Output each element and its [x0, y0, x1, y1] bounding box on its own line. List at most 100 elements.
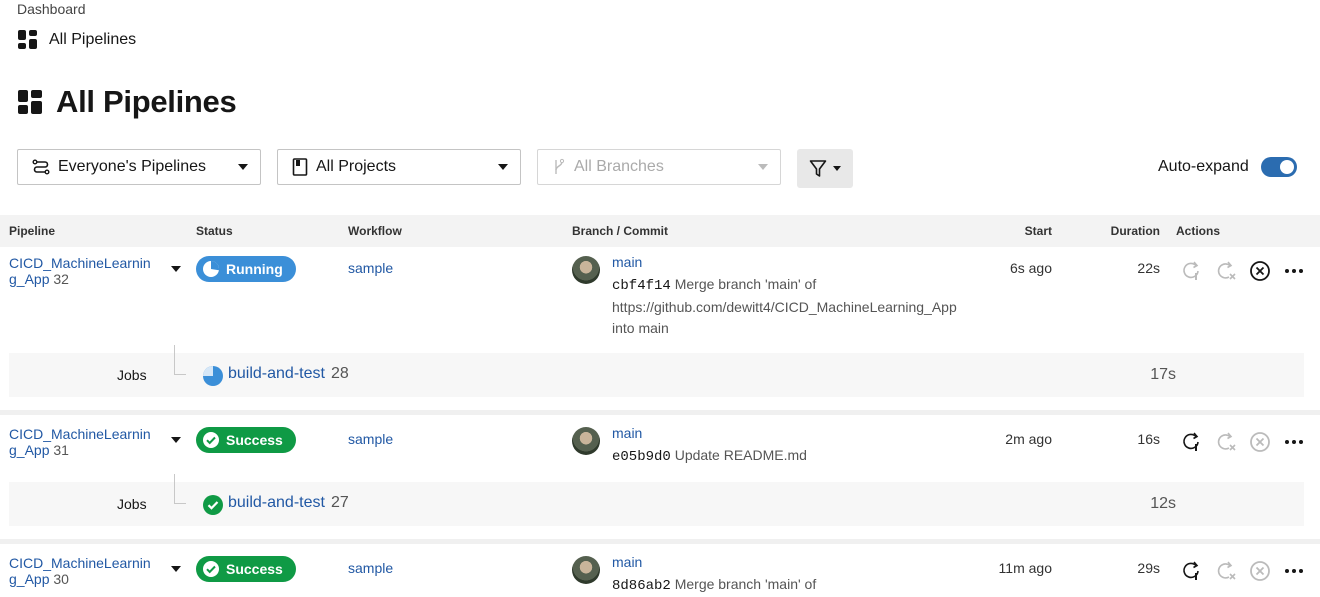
col-start: Start: [1024, 224, 1052, 238]
pipeline-name[interactable]: CICD_MachineLearnin​g_App 30: [9, 555, 159, 587]
duration: 22s: [1137, 260, 1160, 276]
tree-connector: [174, 474, 186, 504]
filter-button[interactable]: [797, 149, 853, 188]
pipeline-number: 31: [53, 442, 69, 458]
col-branch-commit: Branch / Commit: [572, 224, 669, 238]
job-link[interactable]: build-and-test 27: [228, 494, 349, 512]
status-badge[interactable]: Success: [196, 556, 296, 582]
commit-sha: e05b9d0: [612, 449, 671, 465]
commit-sha: cbf4f14: [612, 278, 671, 294]
cancel-icon[interactable]: [1249, 560, 1271, 582]
status-text: Running: [226, 261, 283, 277]
start-time: 11m ago: [998, 560, 1052, 576]
rerun-icon[interactable]: [1181, 431, 1203, 453]
cancel-icon[interactable]: [1249, 431, 1271, 453]
row-actions: [1181, 431, 1305, 453]
col-actions: Actions: [1176, 224, 1221, 238]
row-actions: [1181, 560, 1305, 582]
commit-info[interactable]: cbf4f14 Merge branch 'main' of https://g…: [612, 274, 962, 339]
avatar: [572, 427, 600, 455]
jobs-label: Jobs: [117, 496, 147, 512]
jobs-row: Jobs build-and-test 28 17s: [9, 345, 1304, 397]
chevron-down-icon: [238, 164, 248, 170]
auto-expand: Auto-expand: [1158, 157, 1297, 177]
more-icon[interactable]: [1283, 560, 1305, 582]
branch-link[interactable]: main: [612, 554, 642, 570]
col-status: Status: [196, 224, 233, 238]
check-icon: [203, 432, 219, 448]
breadcrumb[interactable]: Dashboard: [17, 1, 86, 17]
branches-select-placeholder: All Branches: [574, 158, 664, 175]
chevron-down-icon: [833, 166, 841, 171]
status-text: Success: [226, 561, 283, 577]
status-badge[interactable]: Running: [196, 256, 296, 282]
commit-message: Update README.md: [674, 447, 807, 463]
chevron-down-icon: [758, 164, 768, 170]
table-header: Pipeline Status Workflow Branch / Commit…: [0, 215, 1320, 247]
pipelines-icon: [32, 159, 50, 175]
chevron-down-icon: [498, 164, 508, 170]
more-icon[interactable]: [1283, 431, 1305, 453]
rerun-failed-icon[interactable]: [1215, 431, 1237, 453]
job-link[interactable]: build-and-test 28: [228, 365, 349, 383]
pipeline-number: 30: [53, 571, 69, 587]
avatar: [572, 256, 600, 284]
pipelines-select[interactable]: Everyone's Pipelines: [17, 149, 261, 185]
job-duration: 12s: [1150, 495, 1176, 512]
funnel-icon: [809, 159, 827, 177]
pipeline-name[interactable]: CICD_MachineLearnin​g_App 32: [9, 255, 159, 287]
job-number: 28: [330, 365, 349, 382]
dashboard-icon: [18, 30, 37, 49]
jobs-row: Jobs build-and-test 27 12s: [9, 474, 1304, 526]
commit-sha: 8d86ab2: [612, 578, 671, 594]
avatar: [572, 556, 600, 584]
branches-select[interactable]: All Branches: [537, 149, 781, 185]
duration: 29s: [1137, 560, 1160, 576]
pipeline-name[interactable]: CICD_MachineLearnin​g_App 31: [9, 426, 159, 458]
status-badge[interactable]: Success: [196, 427, 296, 453]
branch-link[interactable]: main: [612, 425, 642, 441]
pipeline-row: CICD_MachineLearnin​g_App 32 Running sam…: [0, 254, 1320, 354]
rerun-failed-icon[interactable]: [1215, 560, 1237, 582]
expand-caret-icon[interactable]: [171, 266, 181, 272]
cancel-icon[interactable]: [1249, 260, 1271, 282]
expand-caret-icon[interactable]: [171, 437, 181, 443]
jobs-label: Jobs: [117, 367, 147, 383]
rerun-failed-icon[interactable]: [1215, 260, 1237, 282]
more-icon[interactable]: [1283, 260, 1305, 282]
subnav-title: All Pipelines: [49, 30, 137, 48]
workflow-link[interactable]: sample: [348, 560, 393, 576]
col-pipeline: Pipeline: [9, 224, 56, 238]
rerun-icon[interactable]: [1181, 260, 1203, 282]
pipelines-select-value: Everyone's Pipelines: [58, 158, 207, 175]
subnav[interactable]: All Pipelines: [18, 30, 136, 49]
success-icon: [203, 495, 223, 515]
pipeline-row: CICD_MachineLearnin​g_App 30 Success sam…: [0, 554, 1320, 594]
expand-caret-icon[interactable]: [171, 566, 181, 572]
row-actions: [1181, 260, 1305, 282]
start-time: 6s ago: [1009, 260, 1052, 276]
job-number: 27: [330, 494, 349, 511]
workflow-link[interactable]: sample: [348, 431, 393, 447]
branch-link[interactable]: main: [612, 254, 642, 270]
projects-select-value: All Projects: [316, 158, 397, 175]
pipeline-number: 32: [53, 271, 69, 287]
col-workflow: Workflow: [348, 224, 402, 238]
start-time: 2m ago: [1005, 431, 1052, 447]
duration: 16s: [1137, 431, 1160, 447]
running-icon: [203, 261, 219, 277]
commit-info[interactable]: 8d86ab2 Merge branch 'main' of: [612, 574, 962, 597]
rerun-icon[interactable]: [1181, 560, 1203, 582]
auto-expand-label: Auto-expand: [1158, 158, 1249, 175]
commit-info[interactable]: e05b9d0 Update README.md: [612, 445, 962, 468]
auto-expand-toggle[interactable]: [1260, 157, 1297, 177]
projects-select[interactable]: All Projects: [277, 149, 521, 185]
check-icon: [203, 561, 219, 577]
job-duration: 17s: [1150, 366, 1176, 383]
workflow-link[interactable]: sample: [348, 260, 393, 276]
row-separator: [0, 539, 1320, 544]
running-icon: [203, 366, 223, 386]
pipeline-row: CICD_MachineLearnin​g_App 31 Success sam…: [0, 425, 1320, 483]
row-separator: [0, 410, 1320, 415]
filter-bar: Everyone's Pipelines All Projects All Br…: [17, 149, 781, 185]
